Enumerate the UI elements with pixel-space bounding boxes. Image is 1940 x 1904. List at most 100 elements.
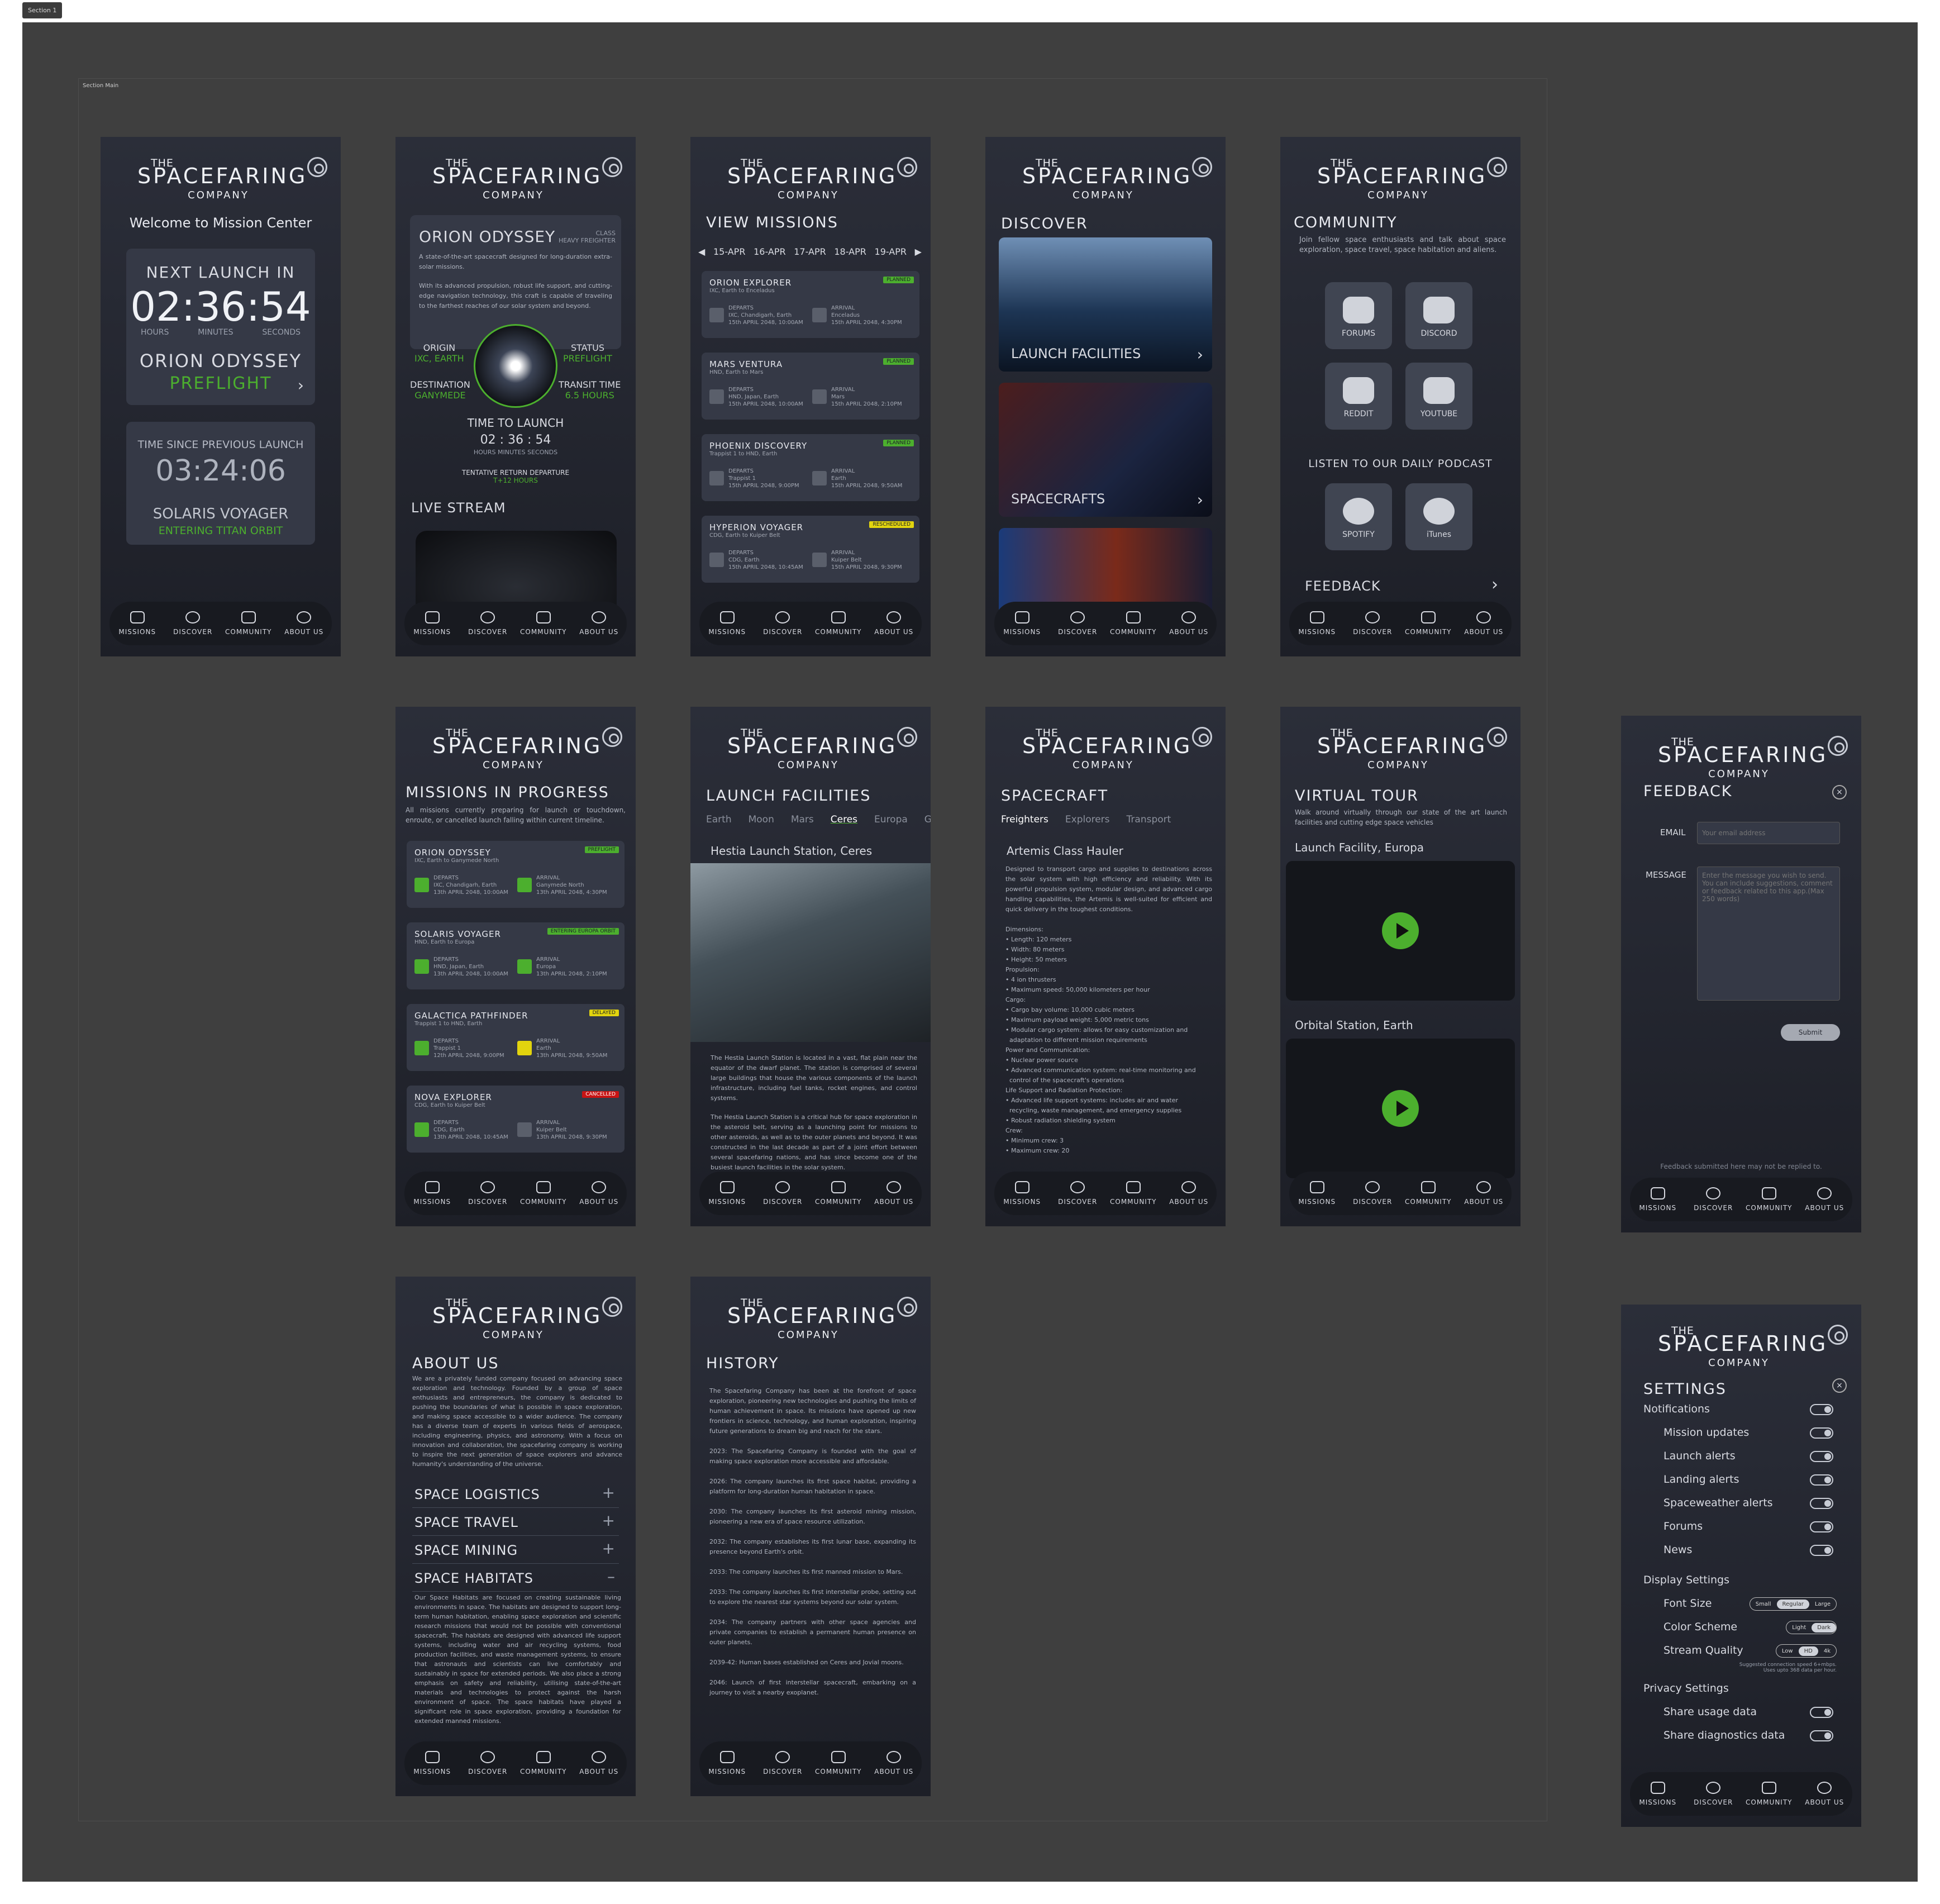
reddit-button[interactable]: REDDIT xyxy=(1325,363,1392,430)
nav-missions[interactable]: MISSIONS xyxy=(1290,611,1344,636)
mission-card[interactable]: SOLARIS VOYAGER HND, Earth to Europa ENT… xyxy=(407,922,625,989)
mission-card[interactable]: PHOENIX DISCOVERY Trappist 1 to HND, Ear… xyxy=(702,434,919,501)
nav-community[interactable]: COMMUNITY xyxy=(1742,1782,1796,1806)
stream-quality-selector[interactable]: Low HD 4k xyxy=(1775,1644,1837,1658)
nav-community[interactable]: COMMUNITY xyxy=(1402,1181,1455,1206)
nav-missions[interactable]: MISSIONS xyxy=(406,1181,459,1206)
nav-discover[interactable]: DISCOVER xyxy=(1346,611,1399,636)
nav-community[interactable]: COMMUNITY xyxy=(1107,1181,1160,1206)
nav-about[interactable]: ABOUT US xyxy=(1457,611,1510,636)
settings-gear-icon[interactable] xyxy=(897,157,917,177)
settings-gear-icon[interactable] xyxy=(897,1297,917,1317)
mission-card[interactable]: HYPERION VOYAGER CDG, Earth to Kuiper Be… xyxy=(702,516,919,583)
color-scheme-selector[interactable]: Light Dark xyxy=(1786,1621,1837,1634)
notifications-toggle[interactable] xyxy=(1810,1404,1833,1415)
nav-discover[interactable]: DISCOVER xyxy=(1051,611,1104,636)
setting-toggle[interactable] xyxy=(1810,1427,1833,1439)
date-tab[interactable]: 19-APR xyxy=(875,246,907,257)
nav-discover[interactable]: DISCOVER xyxy=(1346,1181,1399,1206)
nav-about[interactable]: ABOUT US xyxy=(1798,1187,1851,1212)
nav-discover[interactable]: DISCOVER xyxy=(461,1751,514,1776)
nav-about[interactable]: ABOUT US xyxy=(867,1181,921,1206)
planet-tab[interactable]: Ceres xyxy=(831,814,857,825)
video-2-player[interactable] xyxy=(1286,1039,1515,1178)
settings-gear-icon[interactable] xyxy=(1192,157,1212,177)
nav-missions[interactable]: MISSIONS xyxy=(1631,1187,1685,1212)
setting-toggle[interactable] xyxy=(1810,1451,1833,1462)
setting-toggle[interactable] xyxy=(1810,1474,1833,1486)
nav-about[interactable]: ABOUT US xyxy=(1457,1181,1510,1206)
date-tab[interactable]: 15-APR xyxy=(713,246,746,257)
mission-card[interactable]: NOVA EXPLORER CDG, Earth to Kuiper Belt … xyxy=(407,1086,625,1153)
craft-tab[interactable]: Explorers xyxy=(1065,814,1110,825)
close-icon[interactable]: × xyxy=(1832,1378,1847,1393)
nav-community[interactable]: COMMUNITY xyxy=(1402,611,1455,636)
settings-gear-icon[interactable] xyxy=(1828,736,1848,756)
next-date-icon[interactable]: ▶ xyxy=(915,246,922,257)
nav-community[interactable]: COMMUNITY xyxy=(1742,1187,1796,1212)
email-field[interactable] xyxy=(1697,822,1840,844)
nav-discover[interactable]: DISCOVER xyxy=(756,611,809,636)
setting-toggle[interactable] xyxy=(1810,1545,1833,1556)
date-tab[interactable]: 18-APR xyxy=(834,246,866,257)
play-icon[interactable] xyxy=(1382,1090,1419,1127)
nav-missions[interactable]: MISSIONS xyxy=(1631,1782,1685,1806)
mission-card[interactable]: ORION EXPLORER IXC, Earth to Enceladus P… xyxy=(702,271,919,338)
nav-discover[interactable]: DISCOVER xyxy=(461,611,514,636)
date-selector[interactable]: ◀ 15-APR 16-APR 17-APR 18-APR 19-APR ▶ xyxy=(698,246,922,257)
font-size-selector[interactable]: Small Regular Large xyxy=(1749,1597,1837,1611)
settings-gear-icon[interactable] xyxy=(897,727,917,747)
mission-card[interactable]: MARS VENTURA HND, Earth to Mars PLANNED … xyxy=(702,353,919,420)
nav-missions[interactable]: MISSIONS xyxy=(700,1751,754,1776)
nav-community[interactable]: COMMUNITY xyxy=(517,1751,570,1776)
planet-tab[interactable]: Earth xyxy=(706,814,732,825)
nav-about[interactable]: ABOUT US xyxy=(277,611,331,636)
nav-community[interactable]: COMMUNITY xyxy=(812,1751,865,1776)
planet-tab[interactable]: Mars xyxy=(791,814,814,825)
launch-facilities-card[interactable]: LAUNCH FACILITIES › xyxy=(999,237,1212,372)
settings-gear-icon[interactable] xyxy=(307,157,327,177)
spotify-button[interactable]: SPOTIFY xyxy=(1325,483,1392,550)
youtube-button[interactable]: YOUTUBE xyxy=(1405,363,1472,430)
nav-discover[interactable]: DISCOVER xyxy=(756,1751,809,1776)
nav-community[interactable]: COMMUNITY xyxy=(517,611,570,636)
accordion-item[interactable]: SPACE TRAVEL + xyxy=(412,1509,619,1536)
privacy-toggle[interactable] xyxy=(1810,1707,1833,1718)
feedback-link[interactable]: FEEDBACK xyxy=(1305,578,1381,594)
forums-button[interactable]: FORUMS xyxy=(1325,282,1392,349)
accordion-item[interactable]: SPACE HABITATS – xyxy=(412,1565,619,1592)
nav-missions[interactable]: MISSIONS xyxy=(111,611,164,636)
nav-discover[interactable]: DISCOVER xyxy=(461,1181,514,1206)
settings-gear-icon[interactable] xyxy=(1828,1325,1848,1345)
mission-card[interactable]: ORION ODYSSEY IXC, Earth to Ganymede Nor… xyxy=(407,841,625,908)
setting-toggle[interactable] xyxy=(1810,1498,1833,1509)
nav-missions[interactable]: MISSIONS xyxy=(700,611,754,636)
nav-missions[interactable]: MISSIONS xyxy=(995,1181,1049,1206)
planet-tab[interactable]: Moon xyxy=(749,814,774,825)
nav-discover[interactable]: DISCOVER xyxy=(1686,1187,1740,1212)
accordion-item[interactable]: SPACE LOGISTICS + xyxy=(412,1481,619,1508)
date-tab[interactable]: 16-APR xyxy=(754,246,786,257)
nav-about[interactable]: ABOUT US xyxy=(867,611,921,636)
nav-about[interactable]: ABOUT US xyxy=(572,611,626,636)
nav-missions[interactable]: MISSIONS xyxy=(995,611,1049,636)
settings-gear-icon[interactable] xyxy=(1487,157,1507,177)
settings-gear-icon[interactable] xyxy=(602,157,622,177)
accordion-item[interactable]: SPACE MINING + xyxy=(412,1537,619,1564)
settings-gear-icon[interactable] xyxy=(1192,727,1212,747)
close-icon[interactable]: × xyxy=(1832,785,1847,799)
spacecrafts-card[interactable]: SPACECRAFTS › xyxy=(999,383,1212,517)
nav-about[interactable]: ABOUT US xyxy=(1162,1181,1216,1206)
nav-community[interactable]: COMMUNITY xyxy=(1107,611,1160,636)
nav-about[interactable]: ABOUT US xyxy=(867,1751,921,1776)
nav-discover[interactable]: DISCOVER xyxy=(1051,1181,1104,1206)
nav-about[interactable]: ABOUT US xyxy=(1162,611,1216,636)
submit-button[interactable]: Submit xyxy=(1781,1024,1840,1041)
privacy-toggle[interactable] xyxy=(1810,1730,1833,1741)
craft-tab[interactable]: Freighters xyxy=(1001,814,1048,825)
planet-tab[interactable]: Europa xyxy=(874,814,908,825)
itunes-button[interactable]: iTunes xyxy=(1405,483,1472,550)
play-icon[interactable] xyxy=(1382,912,1419,949)
message-field[interactable] xyxy=(1697,867,1840,1001)
nav-missions[interactable]: MISSIONS xyxy=(406,1751,459,1776)
